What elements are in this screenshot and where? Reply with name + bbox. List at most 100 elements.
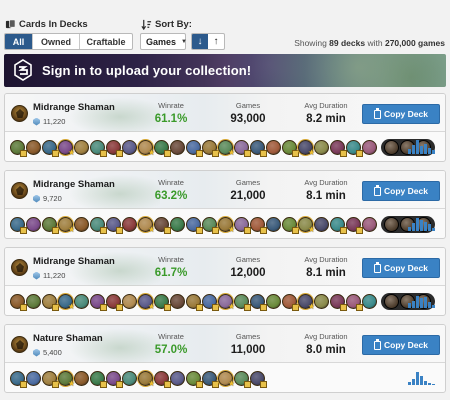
card-icon[interactable] (74, 371, 89, 386)
card-icon[interactable] (10, 140, 27, 157)
card-icon[interactable] (154, 140, 171, 157)
card-icon[interactable] (250, 217, 267, 234)
filter-craftable-button[interactable]: Craftable (80, 34, 132, 49)
sort-by-select[interactable]: Games ▼ (140, 33, 187, 50)
card-icon[interactable] (154, 371, 171, 388)
card-icon[interactable] (330, 294, 347, 311)
card-icon[interactable]: ★ (298, 294, 315, 311)
card-icon[interactable] (266, 140, 281, 155)
card-icon[interactable] (170, 371, 185, 386)
card-icon[interactable]: ★ (138, 294, 155, 311)
copy-deck-button[interactable]: Copy Deck (362, 181, 440, 201)
copy-deck-button[interactable]: Copy Deck (362, 104, 440, 124)
card-icon[interactable]: ★ (298, 217, 315, 234)
card-icon[interactable]: ★ (138, 140, 155, 157)
card-icon[interactable] (346, 294, 363, 311)
card-icon[interactable]: ★ (218, 140, 235, 157)
sign-in-banner[interactable]: Sign in to upload your collection! (4, 54, 446, 87)
card-icon[interactable] (42, 140, 59, 157)
card-icon[interactable] (42, 371, 59, 388)
card-icon[interactable] (330, 140, 347, 157)
card-icon[interactable] (10, 217, 27, 234)
card-icon[interactable] (202, 140, 219, 157)
card-icon[interactable]: ★ (58, 140, 75, 157)
card-icon[interactable]: ★ (58, 371, 75, 388)
filter-owned-button[interactable]: Owned (33, 34, 80, 49)
card-icon[interactable] (234, 217, 251, 234)
sort-ascending-button[interactable]: ↑ (208, 34, 224, 49)
card-icon[interactable]: ★ (138, 217, 155, 234)
filter-all-button[interactable]: All (5, 34, 33, 49)
card-icon[interactable]: ★ (218, 294, 235, 311)
card-icon[interactable] (74, 140, 89, 155)
sort-descending-button[interactable]: ↓ (192, 34, 208, 49)
card-icon[interactable] (122, 294, 137, 309)
card-icon[interactable] (42, 294, 59, 311)
card-icon[interactable] (90, 294, 107, 311)
card-icon[interactable] (234, 140, 251, 157)
deck-name[interactable]: Nature Shaman (33, 333, 103, 344)
deck-name[interactable]: Midrange Shaman (33, 179, 115, 190)
card-icon[interactable] (154, 294, 171, 311)
deck-tile[interactable]: Midrange Shaman 9,720 Winrate 63.2% Games 21,… (4, 170, 446, 239)
card-icon[interactable] (154, 217, 171, 234)
deck-tile[interactable]: Midrange Shaman 11,220 Winrate 61.1% Games 93… (4, 93, 446, 162)
card-icon[interactable] (26, 217, 41, 232)
card-icon[interactable]: ★ (138, 371, 155, 388)
card-icon[interactable] (10, 371, 27, 388)
card-icon[interactable] (90, 140, 107, 157)
card-icon[interactable] (282, 294, 299, 311)
card-icon[interactable] (266, 217, 281, 232)
card-icon[interactable]: ★ (58, 217, 75, 234)
card-icon[interactable] (250, 371, 267, 388)
copy-deck-button[interactable]: Copy Deck (362, 335, 440, 355)
card-icon[interactable] (202, 217, 219, 234)
card-icon[interactable] (384, 140, 399, 155)
card-icon[interactable] (42, 217, 59, 234)
card-icon[interactable] (362, 140, 377, 155)
card-icon[interactable] (314, 217, 329, 232)
card-icon[interactable] (106, 217, 123, 234)
card-icon[interactable] (106, 140, 123, 157)
card-icon[interactable] (314, 140, 329, 155)
card-icon[interactable] (170, 140, 185, 155)
card-icon[interactable] (346, 217, 363, 234)
copy-deck-button[interactable]: Copy Deck (362, 258, 440, 278)
card-icon[interactable]: ★ (218, 217, 235, 234)
card-icon[interactable] (346, 140, 363, 157)
card-icon[interactable] (362, 217, 377, 232)
deck-tile[interactable]: Midrange Shaman 11,220 Winrate 61.7% Games 12… (4, 247, 446, 316)
card-icon[interactable] (234, 294, 251, 311)
card-icon[interactable] (26, 140, 41, 155)
deck-name[interactable]: Midrange Shaman (33, 256, 115, 267)
card-icon[interactable] (186, 371, 203, 388)
card-icon[interactable] (186, 140, 203, 157)
card-icon[interactable] (186, 217, 203, 234)
card-icon[interactable] (90, 217, 107, 234)
card-icon[interactable]: ★ (298, 140, 315, 157)
card-icon[interactable] (314, 294, 329, 309)
card-icon[interactable] (250, 294, 267, 311)
card-icon[interactable] (10, 294, 27, 311)
deck-name[interactable]: Midrange Shaman (33, 102, 115, 113)
card-icon[interactable] (106, 294, 123, 311)
card-icon[interactable] (122, 140, 137, 155)
card-icon[interactable] (26, 371, 41, 386)
card-icon[interactable] (106, 371, 123, 388)
card-icon[interactable] (74, 294, 89, 309)
card-icon[interactable] (282, 217, 299, 234)
card-icon[interactable] (26, 294, 41, 309)
card-icon[interactable] (170, 217, 185, 232)
card-icon[interactable] (202, 294, 219, 311)
card-icon[interactable] (282, 140, 299, 157)
card-icon[interactable] (202, 371, 219, 388)
card-icon[interactable] (186, 294, 203, 311)
card-icon[interactable] (384, 217, 399, 232)
card-icon[interactable] (250, 140, 267, 157)
card-icon[interactable] (74, 217, 89, 232)
card-icon[interactable]: ★ (58, 294, 75, 311)
card-icon[interactable] (384, 294, 399, 309)
card-icon[interactable] (234, 371, 251, 388)
deck-tile[interactable]: Nature Shaman 5,400 Winrate 57.0% Games 11,00… (4, 324, 446, 393)
card-icon[interactable] (170, 294, 185, 309)
